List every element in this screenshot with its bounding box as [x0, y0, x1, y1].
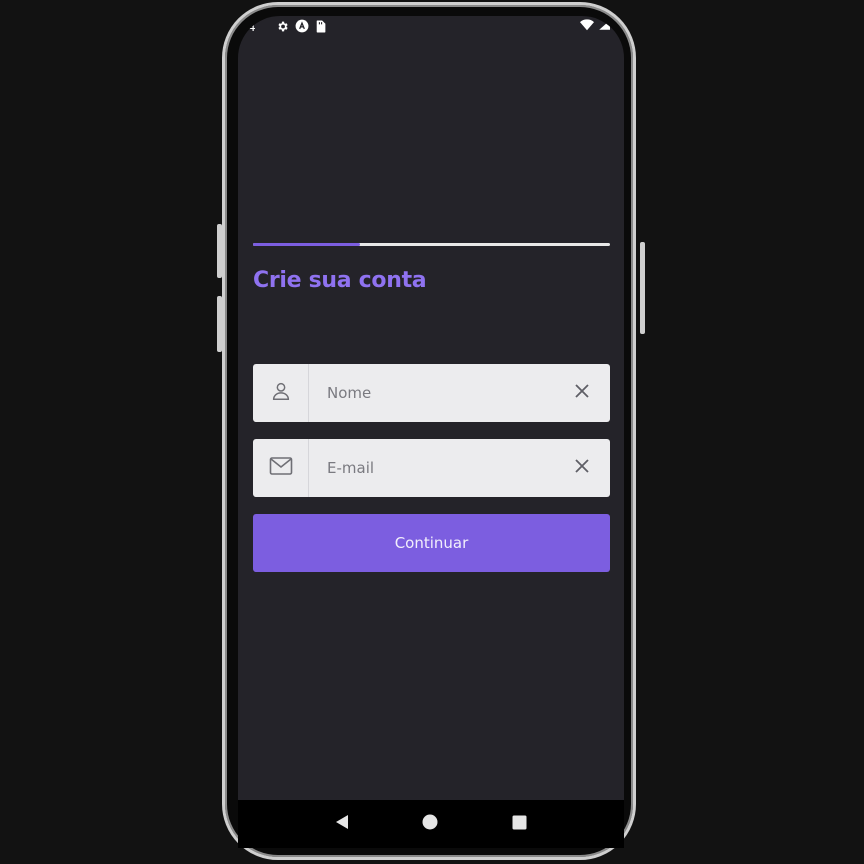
volume-down-button[interactable]: [217, 296, 222, 352]
gear-icon: [276, 20, 289, 36]
app-screen: 4 Crie sua conta Nome E-mail Continuar: [238, 16, 624, 848]
email-input[interactable]: [309, 438, 554, 498]
clear-email-button[interactable]: [554, 439, 610, 497]
recents-icon[interactable]: [512, 815, 527, 834]
signup-progress-fill: [253, 243, 361, 246]
volume-up-button[interactable]: [217, 224, 222, 278]
status-bar: 4: [238, 16, 624, 40]
system-navigation-bar: [238, 800, 624, 848]
status-icons-right: [580, 19, 610, 34]
wifi-icon: [580, 19, 594, 34]
signup-progress-bar: [253, 243, 610, 246]
continue-button[interactable]: Continuar: [253, 514, 610, 572]
close-icon: [574, 383, 590, 403]
status-time: 4: [248, 20, 256, 34]
mail-icon: [269, 456, 293, 480]
name-field: [253, 363, 610, 423]
page-title: Crie sua conta: [253, 268, 427, 293]
sim-card-icon: [315, 20, 326, 36]
back-icon[interactable]: [335, 814, 349, 834]
person-icon: [270, 380, 292, 406]
email-field: [253, 438, 610, 498]
name-input[interactable]: [309, 363, 554, 423]
signal-icon: [598, 19, 610, 34]
email-field-icon-box: [253, 439, 309, 497]
clear-name-button[interactable]: [554, 364, 610, 422]
name-field-icon-box: [253, 364, 309, 422]
power-button[interactable]: [640, 242, 645, 334]
home-icon[interactable]: [422, 814, 438, 834]
stage: 4 Crie sua conta Nome E-mail Continuar: [0, 0, 864, 864]
close-icon: [574, 458, 590, 478]
android-a-icon: [295, 19, 309, 36]
status-icons-left: [276, 19, 326, 36]
